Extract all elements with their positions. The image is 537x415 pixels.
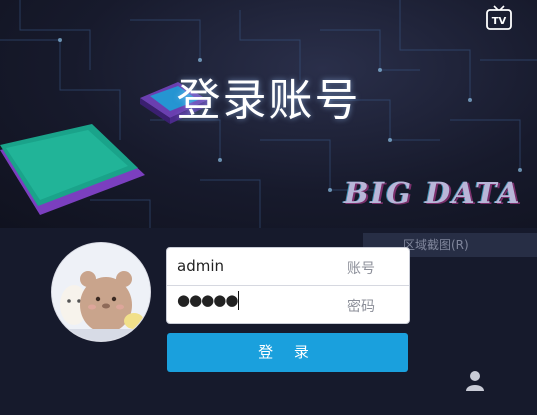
tv-icon[interactable]: TV — [485, 3, 513, 31]
phone-graphic — [0, 124, 145, 215]
password-value[interactable]: ●●●●● — [177, 291, 240, 310]
password-field[interactable]: ●●●●● 密码 — [167, 286, 409, 323]
username-label: 账号 — [347, 261, 375, 277]
username-value[interactable]: admin — [177, 257, 224, 275]
banner-text: BIG DATA — [344, 176, 522, 210]
hero-banner: TV 登录账号 BIG DATA — [0, 0, 537, 228]
user-icon[interactable] — [463, 368, 487, 392]
login-button[interactable]: 登 录 — [167, 333, 408, 372]
username-field[interactable]: admin 账号 — [167, 248, 409, 286]
password-label: 密码 — [347, 299, 375, 315]
page-title: 登录账号 — [176, 75, 361, 126]
login-form: admin 账号 ●●●●● 密码 — [166, 247, 410, 324]
text-caret — [238, 291, 240, 310]
svg-text:TV: TV — [492, 16, 507, 27]
avatar — [51, 242, 151, 342]
